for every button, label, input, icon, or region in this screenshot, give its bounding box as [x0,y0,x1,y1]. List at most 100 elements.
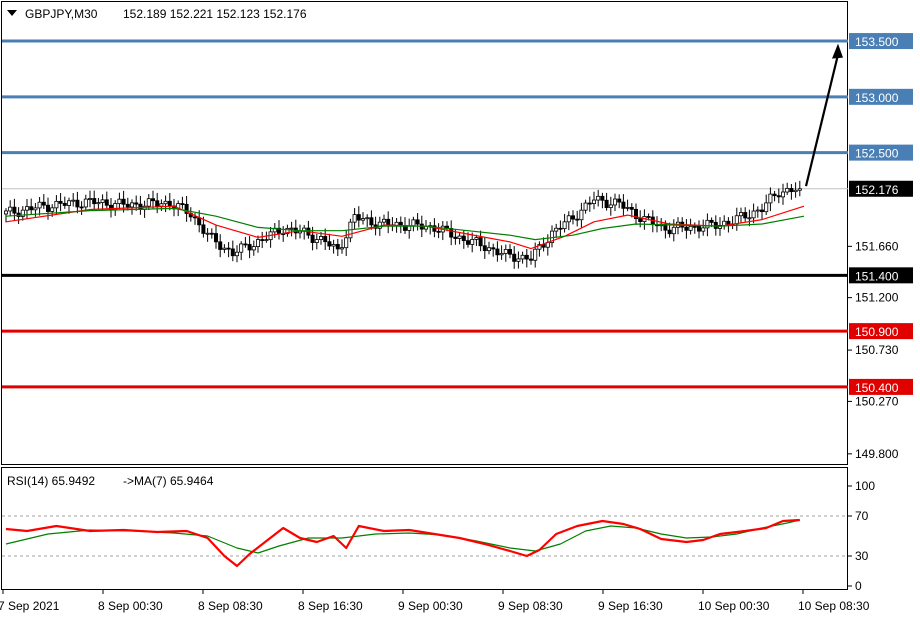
candle-body-153 [646,216,651,218]
candle-body-113 [478,237,483,247]
candle-body-107 [453,236,458,239]
candle-body-0 [4,210,9,215]
candle-body-53 [226,247,231,250]
candle-body-50 [213,233,218,243]
level-label-0: 153.500 [855,35,899,49]
candle-body-81 [344,237,349,249]
candle-body-149 [629,206,634,210]
chart[interactable]: 153.500 153.000 152.500 151.400 150.900 150.4… [0,0,920,620]
candle-body-123 [520,254,525,260]
candle-body-20 [88,198,93,200]
candle-body-76 [323,236,328,243]
candle-body-79 [335,244,340,250]
candle-body-78 [331,244,336,247]
ohlc-values: 152.189 152.221 152.123 152.176 [123,7,307,21]
candle-body-29 [125,203,130,208]
candle-body-134 [566,215,571,223]
candle-body-27 [117,198,122,204]
candle-body-49 [209,232,214,235]
candle-body-61 [260,239,265,241]
candle-body-17 [75,199,80,208]
time-label-6: 9 Sep 16:30 [598,599,663,613]
rsi-axis: 100 70 30 0 [848,479,875,593]
candle-body-158 [667,229,672,235]
candle-body-188 [793,189,798,193]
candle-body-174 [734,215,739,225]
candle-body-36 [155,200,160,207]
time-label-1: 8 Sep 00:30 [98,599,163,613]
time-label-4: 9 Sep 00:30 [398,599,463,613]
candle-body-83 [352,214,357,223]
candle-body-147 [621,201,626,209]
candle-body-55 [234,251,239,257]
time-label-5: 9 Sep 08:30 [498,599,563,613]
candle-body-6 [29,206,34,211]
candle-body-16 [71,199,76,202]
candle-body-172 [726,220,731,225]
candle-body-143 [604,199,609,208]
candle-body-122 [516,258,521,262]
candle-body-119 [503,249,508,254]
price-panel[interactable] [1,1,848,465]
candle-body-56 [239,243,244,253]
candle-body-62 [264,239,269,242]
rsi-label: RSI(14) 65.9492 [7,474,95,488]
price-tick-1: 151.200 [855,291,899,305]
candle-body-103 [436,230,441,233]
candle-body-141 [596,195,601,201]
candle-body-151 [638,218,643,222]
candle-body-110 [465,240,470,245]
candle-body-37 [159,203,164,207]
candle-body-111 [470,239,475,245]
candle-body-187 [789,188,794,193]
candle-body-18 [79,206,84,209]
candle-body-184 [776,195,781,198]
candle-body-136 [575,218,580,221]
candle-body-59 [251,246,256,251]
candle-body-22 [96,202,101,205]
candle-body-98 [415,219,420,225]
candle-body-24 [104,199,109,206]
candle-body-5 [24,206,29,211]
candle-body-91 [386,218,391,226]
candle-body-74 [314,239,319,243]
candle-body-15 [67,200,72,206]
level-label-2: 152.500 [855,147,899,161]
candle-body-132 [558,227,563,230]
candle-body-181 [764,202,769,213]
candle-body-121 [512,253,517,262]
candle-body-19 [83,198,88,208]
candle-body-125 [529,258,534,261]
candle-body-31 [134,202,139,205]
time-label-8: 10 Sep 08:30 [798,599,870,613]
candle-body-182 [768,193,773,204]
candle-body-159 [671,226,676,235]
candle-body-77 [327,241,332,247]
candle-body-142 [600,195,605,201]
candle-body-57 [243,243,248,246]
candle-body-126 [533,248,538,261]
candle-body-178 [751,210,756,219]
level-label-4: 150.900 [855,325,899,339]
candle-body-9 [41,201,46,206]
candle-body-118 [499,252,504,256]
candle-body-114 [482,245,487,252]
level-label-5: 150.400 [855,381,899,395]
candle-body-166 [701,227,706,232]
level-label-3: 151.400 [855,269,899,283]
candle-body-180 [760,209,765,213]
candle-body-84 [356,214,361,221]
candle-body-131 [554,227,559,232]
candle-body-68 [289,227,294,230]
candle-body-167 [705,219,710,229]
candle-body-1 [8,206,13,212]
candle-body-165 [697,226,702,232]
candle-body-14 [62,202,67,206]
candle-body-38 [163,200,168,205]
candle-body-54 [230,248,235,257]
candle-body-2 [12,206,17,214]
candle-body-73 [310,234,315,243]
candle-body-13 [58,200,63,204]
rsi-tick-1: 70 [855,509,869,523]
candle-body-23 [100,199,105,203]
